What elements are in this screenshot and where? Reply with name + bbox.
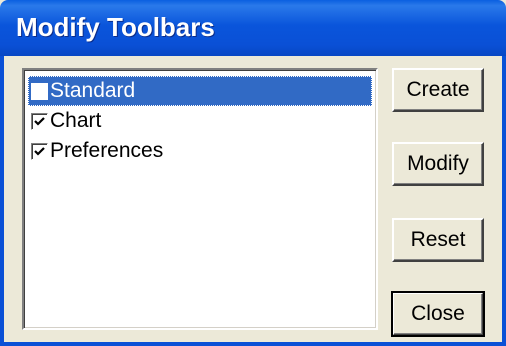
toolbar-item-preferences[interactable]: Preferences	[28, 136, 372, 166]
toolbar-list[interactable]: Standard Chart Preferences	[22, 68, 378, 330]
toolbar-item-label: Preferences	[50, 139, 164, 162]
preferences-checkbox[interactable]	[31, 142, 48, 160]
checkmark-icon	[34, 116, 45, 126]
checkmark-icon	[34, 146, 45, 156]
title-bar[interactable]: Modify Toolbars	[0, 0, 506, 56]
create-button[interactable]: Create	[392, 68, 484, 112]
window-frame-left	[0, 56, 4, 346]
toolbar-item-label: Chart	[50, 109, 102, 132]
toolbar-item-standard[interactable]: Standard	[28, 76, 372, 106]
modify-button[interactable]: Modify	[392, 142, 484, 186]
window-frame-bottom	[0, 342, 506, 346]
modify-toolbars-dialog: Modify Toolbars Standard Chart Preferenc…	[0, 0, 506, 346]
close-button[interactable]: Close	[391, 291, 485, 337]
window-frame-right	[502, 56, 506, 346]
standard-checkbox[interactable]	[31, 82, 48, 100]
toolbar-item-chart[interactable]: Chart	[28, 106, 372, 136]
chart-checkbox[interactable]	[31, 112, 48, 130]
dialog-title: Modify Toolbars	[16, 12, 215, 42]
toolbar-item-label: Standard	[50, 79, 136, 102]
reset-button[interactable]: Reset	[392, 218, 484, 262]
